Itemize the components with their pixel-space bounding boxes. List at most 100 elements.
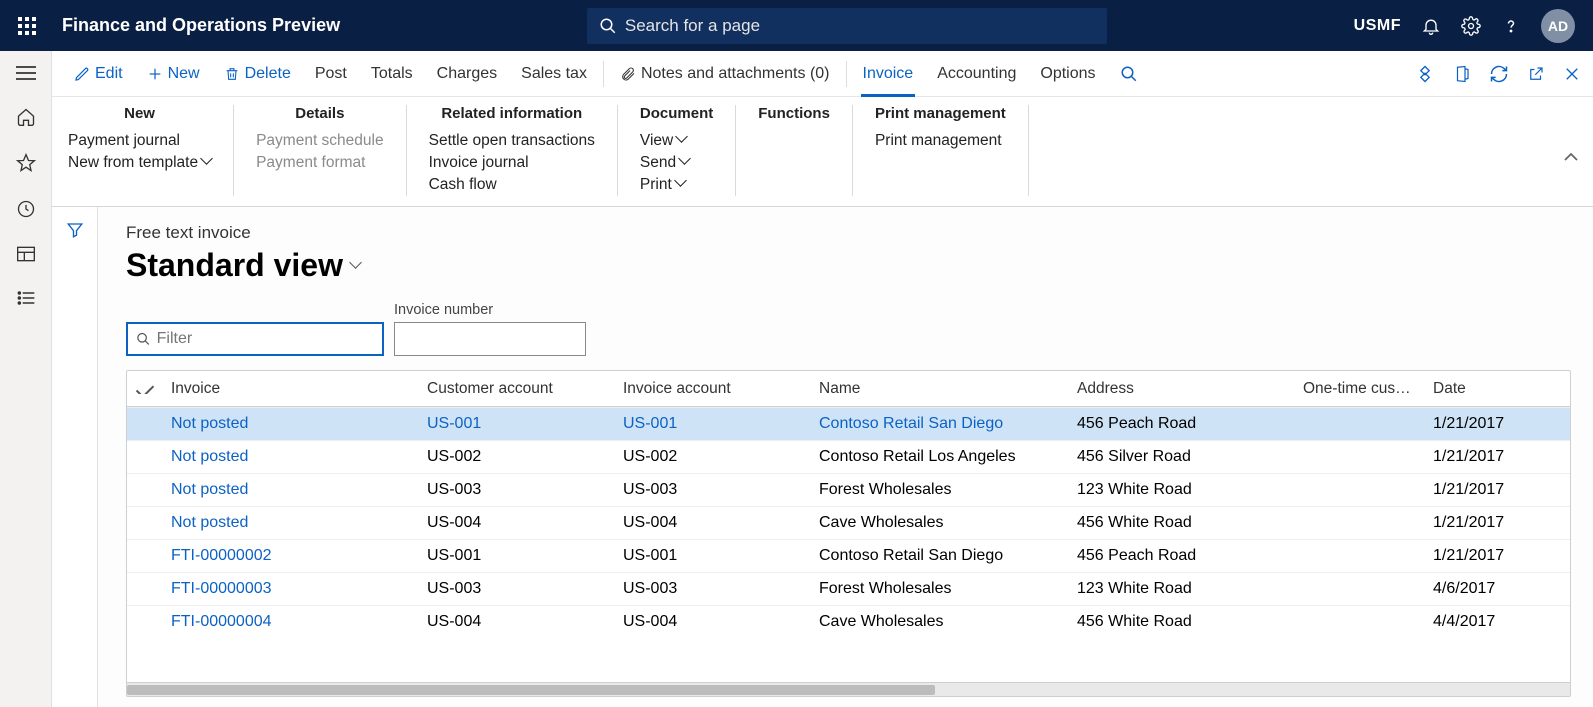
- col-customer[interactable]: Customer account: [419, 380, 615, 398]
- ribbon-group-title: Related information: [429, 105, 595, 122]
- table-row[interactable]: FTI-00000004US-004US-004Cave Wholesales4…: [127, 605, 1570, 638]
- modules-icon[interactable]: [16, 289, 36, 307]
- refresh-icon[interactable]: [1489, 64, 1509, 84]
- tab-options[interactable]: Options: [1028, 51, 1107, 96]
- cell-invoice[interactable]: Not posted: [163, 481, 419, 499]
- cell-address: 456 Peach Road: [1069, 547, 1295, 565]
- cell-date: 1/21/2017: [1425, 448, 1555, 466]
- ribbon-item[interactable]: Print management: [875, 130, 1006, 152]
- invoice-number-input[interactable]: [394, 322, 586, 356]
- quick-filter-input[interactable]: [157, 330, 374, 348]
- ribbon-group-title: Functions: [758, 105, 830, 122]
- cell-address: 456 Silver Road: [1069, 448, 1295, 466]
- bell-icon[interactable]: [1421, 16, 1441, 36]
- cell-invoice[interactable]: Not posted: [163, 415, 419, 433]
- table-row[interactable]: FTI-00000002US-001US-001Contoso Retail S…: [127, 539, 1570, 572]
- col-address[interactable]: Address: [1069, 380, 1295, 398]
- col-onetime[interactable]: One-time cus…: [1295, 380, 1425, 398]
- ribbon-group-title: Details: [256, 105, 384, 122]
- cell-name: Forest Wholesales: [811, 580, 1069, 598]
- collapse-ribbon-icon[interactable]: [1563, 152, 1579, 162]
- global-search[interactable]: Search for a page: [587, 8, 1107, 44]
- horizontal-scrollbar[interactable]: [127, 682, 1570, 696]
- salestax-button[interactable]: Sales tax: [509, 51, 599, 96]
- chevron-down-icon: [680, 154, 689, 172]
- cell-name[interactable]: Contoso Retail San Diego: [811, 415, 1069, 433]
- filter-pane-toggle[interactable]: [52, 207, 98, 707]
- view-title[interactable]: Standard view: [126, 247, 1571, 284]
- app-launcher-icon[interactable]: [18, 17, 36, 35]
- ribbon-item[interactable]: Settle open transactions: [429, 130, 595, 152]
- post-button[interactable]: Post: [303, 51, 359, 96]
- chevron-down-icon: [351, 258, 360, 274]
- new-button[interactable]: New: [135, 51, 212, 96]
- table-row[interactable]: Not postedUS-003US-003Forest Wholesales1…: [127, 473, 1570, 506]
- cell-invoice[interactable]: Not posted: [163, 448, 419, 466]
- ribbon: NewPayment journalNew from templateDetai…: [52, 97, 1593, 207]
- cell-address: 456 White Road: [1069, 613, 1295, 631]
- tab-accounting[interactable]: Accounting: [925, 51, 1028, 96]
- home-icon[interactable]: [16, 107, 36, 127]
- grid-body[interactable]: Not postedUS-001US-001Contoso Retail San…: [127, 407, 1570, 682]
- company-badge[interactable]: USMF: [1354, 17, 1401, 35]
- action-bar: Edit New Delete Post Totals Charges Sale…: [52, 51, 1593, 97]
- popout-icon[interactable]: [1527, 65, 1545, 83]
- table-row[interactable]: Not postedUS-002US-002Contoso Retail Los…: [127, 440, 1570, 473]
- diamond-icon[interactable]: [1415, 64, 1435, 84]
- cell-name: Cave Wholesales: [811, 514, 1069, 532]
- ribbon-item: Payment schedule: [256, 130, 384, 152]
- office-icon[interactable]: [1453, 64, 1471, 84]
- cell-customer: US-003: [419, 580, 615, 598]
- ribbon-item[interactable]: View: [640, 130, 713, 152]
- cell-customer: US-004: [419, 613, 615, 631]
- col-name[interactable]: Name: [811, 380, 1069, 398]
- invoice-number-label: Invoice number: [394, 302, 586, 318]
- ribbon-item[interactable]: Invoice journal: [429, 152, 595, 174]
- ribbon-group: DetailsPayment schedulePayment format: [234, 105, 407, 196]
- close-icon[interactable]: [1563, 65, 1581, 83]
- select-all-checkbox[interactable]: [127, 384, 163, 394]
- find-button[interactable]: [1108, 51, 1150, 96]
- star-icon[interactable]: [16, 153, 36, 173]
- gear-icon[interactable]: [1461, 16, 1481, 36]
- cell-invoice-account[interactable]: US-001: [615, 415, 811, 433]
- cell-date: 1/21/2017: [1425, 481, 1555, 499]
- col-date[interactable]: Date: [1425, 380, 1555, 398]
- col-invoice[interactable]: Invoice: [163, 380, 419, 398]
- cell-invoice[interactable]: Not posted: [163, 514, 419, 532]
- ribbon-group-title: Print management: [875, 105, 1006, 122]
- edit-button[interactable]: Edit: [62, 51, 135, 96]
- cell-invoice[interactable]: FTI-00000004: [163, 613, 419, 631]
- totals-button[interactable]: Totals: [359, 51, 425, 96]
- ribbon-item[interactable]: Cash flow: [429, 174, 595, 196]
- ribbon-item[interactable]: Print: [640, 174, 713, 196]
- avatar[interactable]: AD: [1541, 9, 1575, 43]
- search-icon: [1120, 65, 1138, 83]
- workspace-icon[interactable]: [16, 245, 36, 263]
- col-invoice-account[interactable]: Invoice account: [615, 380, 811, 398]
- table-row[interactable]: FTI-00000003US-003US-003Forest Wholesale…: [127, 572, 1570, 605]
- separator: [846, 61, 847, 87]
- grid-header: Invoice Customer account Invoice account…: [127, 371, 1570, 407]
- charges-button[interactable]: Charges: [425, 51, 509, 96]
- hamburger-icon[interactable]: [16, 65, 36, 81]
- delete-button[interactable]: Delete: [212, 51, 303, 96]
- recent-icon[interactable]: [16, 199, 36, 219]
- ribbon-item[interactable]: Send: [640, 152, 713, 174]
- cell-invoice-account: US-004: [615, 613, 811, 631]
- quick-filter[interactable]: [126, 322, 384, 356]
- table-row[interactable]: Not postedUS-004US-004Cave Wholesales456…: [127, 506, 1570, 539]
- cell-customer[interactable]: US-001: [419, 415, 615, 433]
- table-row[interactable]: Not postedUS-001US-001Contoso Retail San…: [127, 407, 1570, 440]
- ribbon-item[interactable]: Payment journal: [68, 130, 211, 152]
- trash-icon: [224, 66, 240, 82]
- cell-invoice[interactable]: FTI-00000003: [163, 580, 419, 598]
- cell-date: 1/21/2017: [1425, 415, 1555, 433]
- notes-button[interactable]: Notes and attachments (0): [608, 51, 842, 96]
- pencil-icon: [74, 66, 90, 82]
- tab-invoice[interactable]: Invoice: [851, 51, 926, 96]
- cell-name: Contoso Retail San Diego: [811, 547, 1069, 565]
- ribbon-item[interactable]: New from template: [68, 152, 211, 174]
- cell-invoice[interactable]: FTI-00000002: [163, 547, 419, 565]
- help-icon[interactable]: [1501, 16, 1521, 36]
